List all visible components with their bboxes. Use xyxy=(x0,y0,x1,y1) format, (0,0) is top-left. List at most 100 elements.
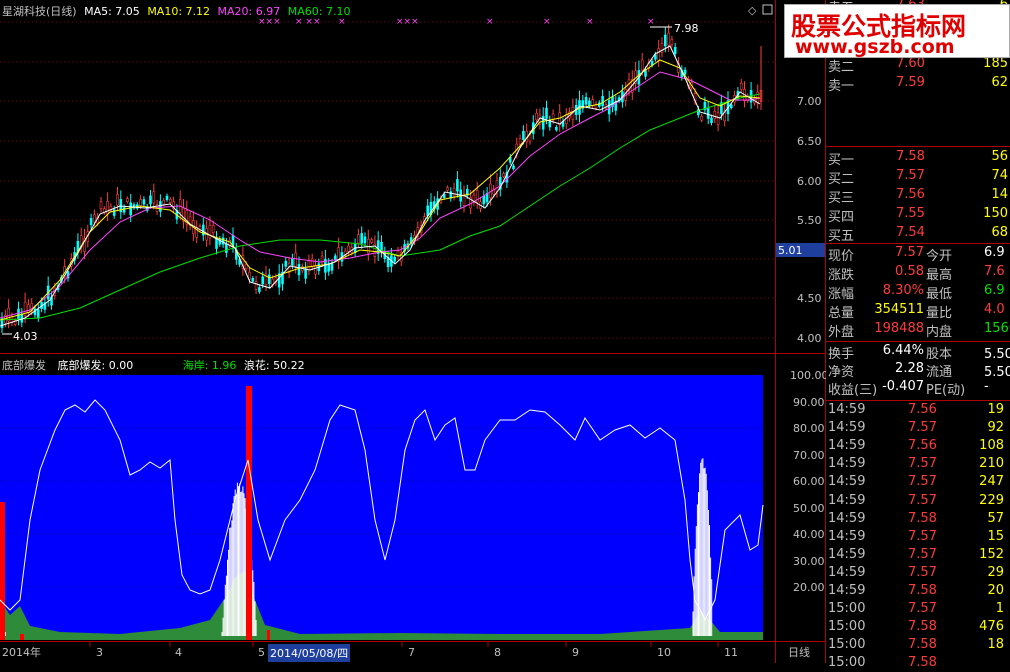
candle-body xyxy=(222,238,224,244)
tick-time: 14:59 xyxy=(828,583,865,598)
sell-level-volume: 185 xyxy=(983,56,1008,71)
x-label: 7 xyxy=(408,646,415,659)
stats-row: 总量354511量比4.0 xyxy=(826,301,1010,320)
stat-value: 7.6 xyxy=(984,264,1005,279)
svg-text:×××: ××× xyxy=(396,17,419,27)
indicator-tick: 30.00 xyxy=(793,555,825,568)
fund-value: - xyxy=(984,379,989,394)
tick-price: 7.57 xyxy=(908,547,937,562)
price-axis: 7.00 6.50 6.00 5.50 4.50 4.00 xyxy=(797,95,822,345)
fund-label: 收益(三) xyxy=(828,379,877,398)
fundamental-row: 收益(三)-0.407PE(动)- xyxy=(826,378,1010,397)
stock-title: 星湖科技(日线) xyxy=(2,5,77,18)
buy-level-label: 买一 xyxy=(828,149,854,168)
candle-body xyxy=(608,101,610,114)
indicator-tick: 50.00 xyxy=(793,502,825,515)
candle-body xyxy=(711,118,713,123)
indicator-name[interactable]: 底部爆发 xyxy=(2,359,46,372)
ma60-value: MA60: 7.10 xyxy=(288,5,351,18)
candle-body xyxy=(348,246,350,252)
candle-body xyxy=(166,196,168,200)
tick-row: 14:597.5715S xyxy=(826,528,1010,546)
tick-row: 14:597.56108S xyxy=(826,437,1010,455)
sell-level-price: 7.59 xyxy=(896,75,925,90)
candle-body xyxy=(169,199,171,202)
stat-value: 7.57 xyxy=(895,245,924,260)
buy-level-volume: 14 xyxy=(991,187,1008,202)
stat-label: 最高 xyxy=(926,264,952,283)
candle-body xyxy=(262,277,264,284)
tick-price: 7.57 xyxy=(908,565,937,580)
tick-row: 14:597.57210B xyxy=(826,455,1010,473)
tick-volume: 210 xyxy=(979,456,1004,471)
buy-level-volume: 68 xyxy=(991,225,1008,240)
candle-body xyxy=(641,60,643,70)
sell-level-volume: 62 xyxy=(991,75,1008,90)
x-label: 10 xyxy=(657,646,671,659)
buy-level-price: 7.58 xyxy=(896,149,925,164)
tick-volume: 20 xyxy=(987,583,1004,598)
candle-body xyxy=(522,131,524,139)
x-label: 4 xyxy=(175,646,182,659)
stat-label: 涨跌 xyxy=(828,264,854,283)
buy-level-row[interactable]: 买二7.5774 xyxy=(826,167,1010,186)
indicator-value: 底部爆发: 0.00 xyxy=(58,359,134,372)
candle-body xyxy=(714,111,716,118)
candle-body xyxy=(126,199,128,202)
buy-level-price: 7.54 xyxy=(896,225,925,240)
candle-body xyxy=(258,288,260,292)
tick-price: 7.58 xyxy=(908,637,937,652)
extreme-markers: 7.98 4.03 xyxy=(2,22,699,343)
buy-level-price: 7.55 xyxy=(896,206,925,221)
sell-level-price: 7.60 xyxy=(896,56,925,71)
candle-body xyxy=(668,33,670,45)
tick-row: 14:597.5857B xyxy=(826,510,1010,528)
fund-value: 2.28 xyxy=(895,361,924,376)
candle-body xyxy=(298,264,300,275)
stat-label: 总量 xyxy=(828,302,854,321)
x-label: 9 xyxy=(572,646,579,659)
stat-label: 现价 xyxy=(828,245,854,264)
tick-volume: 247 xyxy=(979,474,1004,489)
buy-level-row[interactable]: 买三7.5614 xyxy=(826,186,1010,205)
buy-level-row[interactable]: 买一7.5856 xyxy=(826,148,1010,167)
candle-body xyxy=(27,305,29,313)
candle-body xyxy=(588,101,590,106)
tick-row: 14:597.5792B xyxy=(826,419,1010,437)
candle-body xyxy=(717,113,719,125)
stat-label: 外盘 xyxy=(828,321,854,340)
tick-time: 14:59 xyxy=(828,420,865,435)
ma5-line xyxy=(0,46,760,326)
cursor-price: 5.01 xyxy=(778,244,803,257)
x-axis: 2014年 3 4 5 7 8 9 10 11 日线 xyxy=(2,645,810,659)
tick-price: 7.58 xyxy=(908,619,937,634)
candle-body xyxy=(37,310,39,318)
candle-body xyxy=(364,237,366,243)
indicator-tick: 80.00 xyxy=(793,422,825,435)
candle-body xyxy=(371,240,373,243)
tick-row: 14:597.5729S xyxy=(826,564,1010,582)
buy-level-row[interactable]: 买四7.55150 xyxy=(826,205,1010,224)
tick-volume: 92 xyxy=(987,420,1004,435)
candle-body xyxy=(140,200,142,206)
book-divider xyxy=(826,146,1010,147)
window-toggle-icon[interactable] xyxy=(763,5,772,14)
price-tick: 7.00 xyxy=(797,95,822,108)
tick-row: 15:007.5818S xyxy=(826,636,1010,654)
candle-body xyxy=(671,39,673,44)
options-diamond-icon[interactable]: ◇ xyxy=(748,4,757,17)
ma10-value: MA10: 7.12 xyxy=(147,5,210,18)
candle-body xyxy=(308,261,310,270)
candle-body xyxy=(212,226,214,233)
sell-level-label: 卖一 xyxy=(828,75,854,94)
sell-level-row[interactable]: 卖一 7.59 62 xyxy=(826,74,1010,93)
candle-body xyxy=(93,215,95,222)
stat-label: 涨幅 xyxy=(828,283,854,302)
tick-volume: 1 xyxy=(996,601,1004,616)
buy-level-row[interactable]: 买五7.5468 xyxy=(826,224,1010,243)
price-tick: 6.00 xyxy=(797,175,822,188)
svg-text:×: × xyxy=(647,17,655,27)
tick-volume: 18 xyxy=(987,637,1004,652)
watermark-url: www.gszb.com xyxy=(795,36,955,58)
candle-body xyxy=(123,208,125,213)
